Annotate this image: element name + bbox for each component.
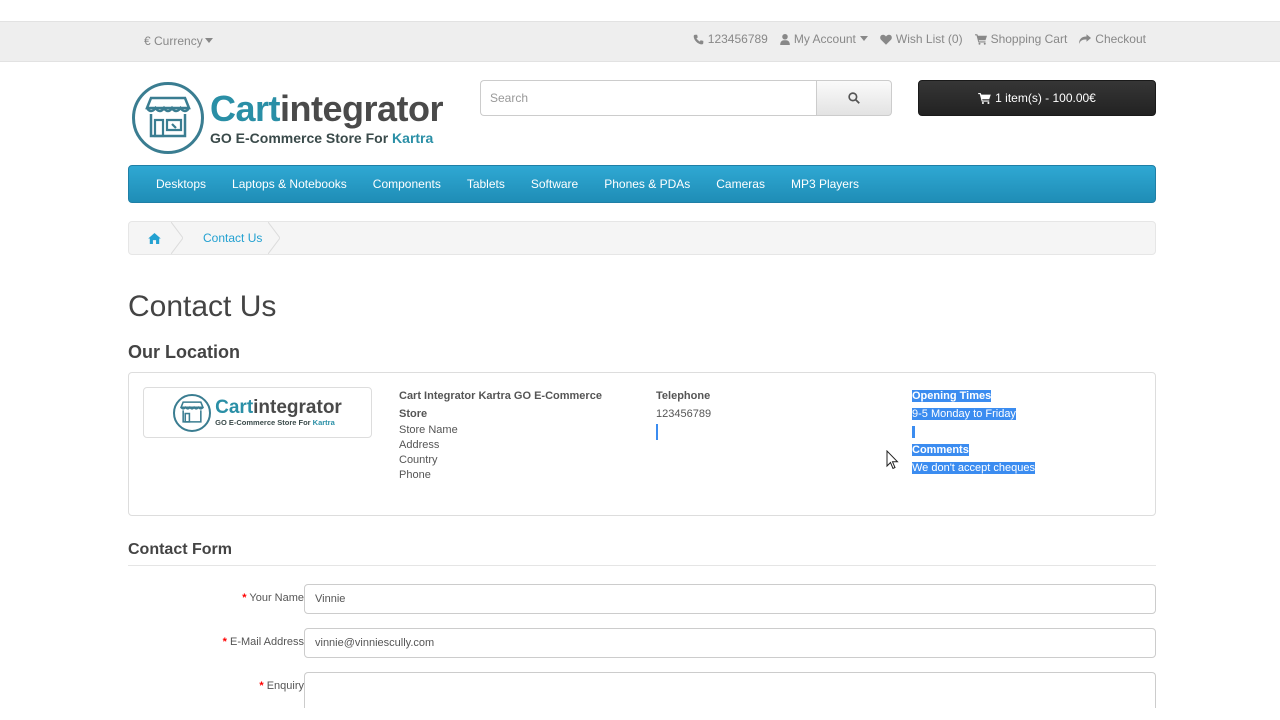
wish-list-label: Wish List (0) [895,32,963,46]
telephone-heading: Telephone [656,390,711,402]
my-account-dropdown[interactable]: My Account [780,32,868,46]
telephone-value: 123456789 [656,408,712,420]
top-nav: 123456789 My Account Wish List (0) Shopp… [693,32,1146,46]
storefront-icon [173,393,212,432]
shopping-cart-icon [978,92,991,104]
address-line: Store Name [399,424,458,436]
location-panel: Cartintegrator GO E-Commerce Store For K… [128,372,1156,516]
user-icon [780,33,790,45]
opening-times-value: 9-5 Monday to Friday [912,408,1016,420]
enquiry-input[interactable] [304,672,1156,708]
home-icon [147,232,161,244]
menu-item-software[interactable]: Software [518,177,591,191]
search-icon [848,92,860,104]
search-input[interactable] [480,80,816,116]
logo-name-part1: Cart [210,88,281,129]
my-account-label: My Account [793,32,856,46]
checkout-label: Checkout [1095,32,1146,46]
logo-tagline-part1: GO E-Commerce Store For [210,130,393,146]
phone-number: 123456789 [707,32,768,46]
comments-heading: Comments [912,444,969,456]
top-strip [0,0,1280,22]
menu-item-phones-pdas[interactable]: Phones & PDAs [591,177,703,191]
menu-item-components[interactable]: Components [360,177,454,191]
share-icon [1079,33,1092,44]
menu-item-laptops-notebooks[interactable]: Laptops & Notebooks [219,177,360,191]
shopping-cart-label: Shopping Cart [990,32,1068,46]
category-menu: Desktops Laptops & Notebooks Components … [128,165,1156,203]
caret-down-icon [859,36,868,41]
breadcrumb-separator [171,222,191,254]
page-title: Contact Us [128,290,277,323]
checkout-link[interactable]: Checkout [1079,32,1146,46]
address-line: Address [399,439,440,451]
store-image: Cartintegrator GO E-Commerce Store For K… [143,387,372,438]
shopping-cart-link[interactable]: Shopping Cart [974,32,1068,46]
phone-icon [693,34,704,44]
shopping-cart-icon [974,33,987,45]
cart-total: 1 item(s) - 100.00€ [995,91,1096,105]
location-heading: Our Location [128,342,240,362]
contact-form-heading: Contact Form [128,541,1156,566]
selection-gap [912,426,916,438]
wish-list-link[interactable]: Wish List (0) [880,32,963,46]
logo-name-part1: Cart [215,397,254,418]
menu-item-desktops[interactable]: Desktops [143,177,219,191]
top-bar: € Currency 123456789 My Account Wish Lis… [0,22,1280,62]
enquiry-row: * Enquiry [128,672,1156,708]
store-logo[interactable]: Cartintegrator GO E-Commerce Store For K… [132,80,452,156]
email-row: * E-Mail Address [128,628,1156,660]
store-name: Cart Integrator Kartra GO E-Commerce Sto… [399,390,602,420]
storefront-icon [132,82,204,154]
breadcrumb: Contact Us [128,221,1156,255]
comments-value: We don't accept cheques [912,462,1035,474]
breadcrumb-contact-us[interactable]: Contact Us [191,231,276,245]
address-line: Phone [399,469,431,481]
search-button[interactable] [816,80,892,116]
logo-tagline-part2: Kartra [392,130,434,146]
phone-link[interactable]: 123456789 [693,32,768,46]
cart-button[interactable]: 1 item(s) - 100.00€ [918,80,1156,116]
email-label: * E-Mail Address [222,636,304,648]
name-row: * Your Name [128,584,1156,616]
name-input[interactable] [304,584,1156,614]
email-input[interactable] [304,628,1156,658]
opening-times-heading: Opening Times [912,390,992,402]
logo-name-part2: integrator [280,88,444,129]
opening-times-column: Opening Times 9-5 Monday to Friday Comme… [912,387,1132,477]
mouse-cursor-icon [886,450,899,470]
caret-down-icon [204,38,213,43]
menu-item-tablets[interactable]: Tablets [454,177,518,191]
store-address-column: Cart Integrator Kartra GO E-Commerce Sto… [399,387,629,483]
menu-item-cameras[interactable]: Cameras [703,177,778,191]
logo-name-part2: integrator [253,397,342,418]
logo-tagline-part2: Kartra [312,418,335,427]
currency-dropdown[interactable]: € Currency [144,34,213,48]
heart-icon [880,34,892,45]
logo-tagline-part1: GO E-Commerce Store For [215,418,313,427]
breadcrumb-separator [268,222,288,254]
name-label: * Your Name [242,592,304,604]
menu-item-mp3-players[interactable]: MP3 Players [778,177,872,191]
address-line: Country [399,454,438,466]
telephone-column: Telephone 123456789 [656,387,856,446]
currency-label: € Currency [144,34,203,48]
text-caret [656,424,658,440]
enquiry-label: * Enquiry [259,680,304,692]
search-bar [480,80,892,116]
